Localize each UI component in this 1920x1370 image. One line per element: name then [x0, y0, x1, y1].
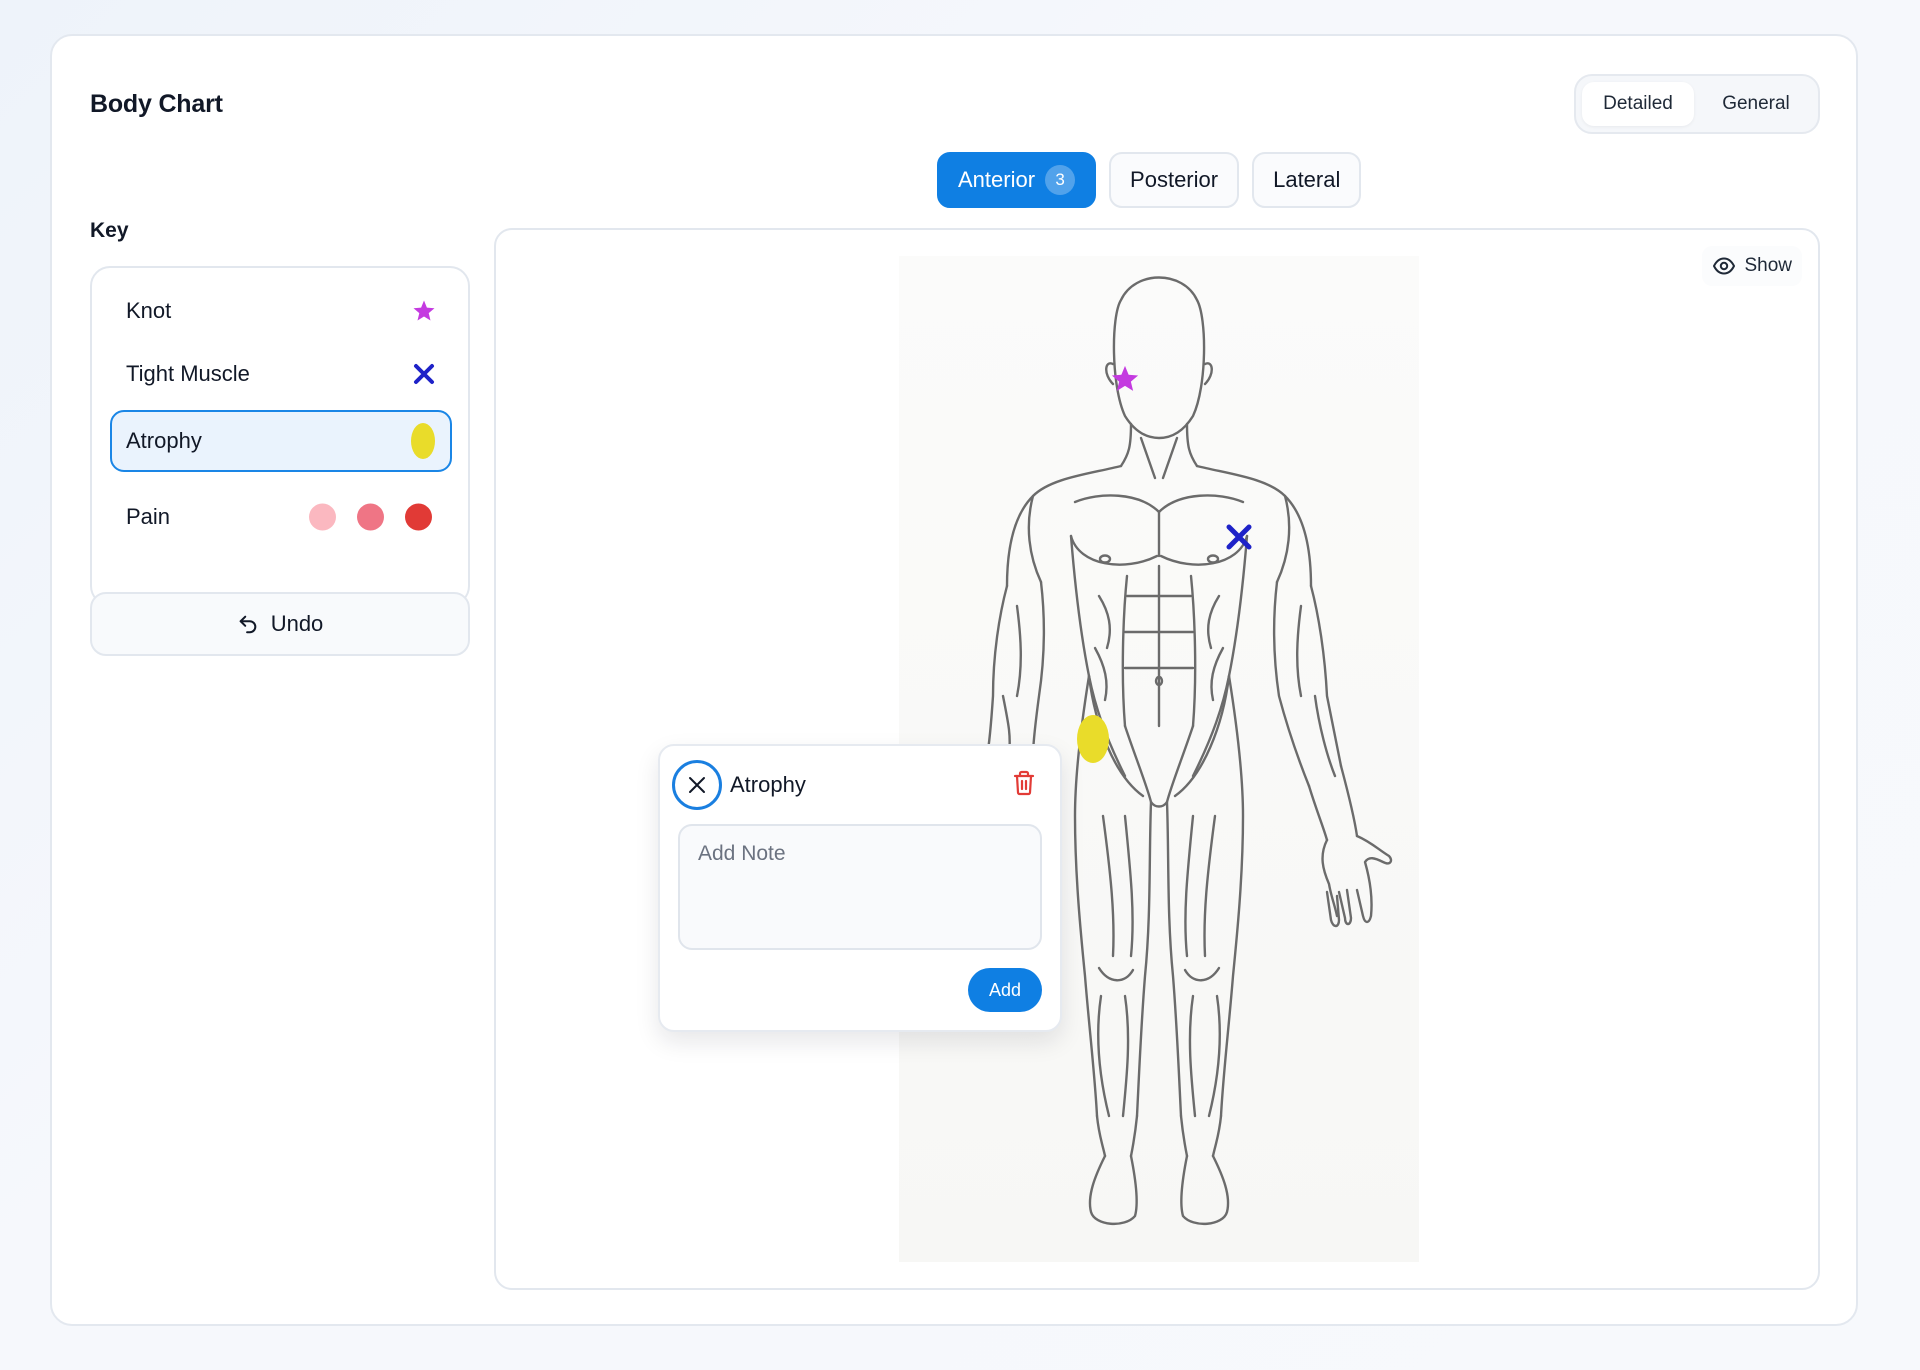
body-chart-card: Body Chart Detailed General Anterior 3 P… — [50, 34, 1858, 1326]
note-textarea[interactable] — [678, 824, 1042, 950]
key-title: Key — [90, 219, 129, 242]
key-item-label: Tight Muscle — [126, 361, 250, 386]
star-icon — [412, 299, 436, 323]
x-mark-icon — [1226, 524, 1252, 550]
popup-title: Atrophy — [730, 772, 806, 797]
delete-marker-button[interactable] — [1012, 770, 1036, 801]
undo-label: Undo — [270, 611, 324, 636]
key-item-pain: Pain — [110, 486, 452, 548]
key-item-label: Knot — [126, 298, 172, 323]
pain-level-severe-dot[interactable] — [405, 503, 432, 531]
star-icon — [1111, 365, 1139, 391]
oval-icon — [1077, 715, 1109, 763]
mode-general-button[interactable]: General — [1700, 82, 1812, 126]
key-item-label: Pain — [126, 504, 171, 529]
marker-note-popup: Atrophy Add — [658, 744, 1062, 1032]
trash-icon — [1013, 770, 1035, 796]
undo-icon — [239, 615, 256, 634]
view-tabs: Anterior 3 Posterior Lateral — [937, 152, 1362, 208]
tab-posterior[interactable]: Posterior — [1109, 152, 1240, 208]
pain-level-dots — [309, 503, 432, 531]
page-title: Body Chart — [90, 90, 223, 118]
knot-marker[interactable] — [1110, 364, 1140, 399]
eye-icon — [1713, 257, 1736, 275]
pain-level-moderate-dot[interactable] — [357, 503, 384, 531]
close-icon — [689, 777, 705, 793]
tab-anterior[interactable]: Anterior 3 — [937, 152, 1097, 208]
oval-icon — [410, 422, 436, 460]
key-item-label: Atrophy — [126, 428, 202, 453]
tab-anterior-label: Anterior — [958, 167, 1036, 192]
popup-close-button[interactable] — [672, 760, 722, 810]
key-panel: Knot Tight Muscle Atrophy Pain — [90, 266, 470, 606]
add-note-button[interactable]: Add — [968, 968, 1042, 1012]
show-toggle-button[interactable]: Show — [1702, 246, 1802, 286]
view-mode-toggle: Detailed General — [1574, 74, 1820, 134]
body-chart-canvas[interactable]: Show Atrophy Add — [494, 228, 1820, 1290]
key-item-knot[interactable]: Knot — [110, 280, 452, 342]
tab-anterior-count-badge: 3 — [1045, 165, 1076, 195]
key-item-atrophy[interactable]: Atrophy — [110, 410, 452, 472]
x-mark-icon — [412, 362, 436, 386]
show-label: Show — [1744, 255, 1792, 276]
undo-button[interactable]: Undo — [90, 592, 470, 656]
mode-detailed-button[interactable]: Detailed — [1582, 82, 1694, 126]
tight-muscle-marker[interactable] — [1224, 522, 1254, 557]
atrophy-marker[interactable] — [1076, 714, 1110, 769]
pain-level-mild-dot[interactable] — [309, 503, 336, 531]
tab-lateral[interactable]: Lateral — [1252, 152, 1362, 208]
key-item-tight-muscle[interactable]: Tight Muscle — [110, 343, 452, 405]
